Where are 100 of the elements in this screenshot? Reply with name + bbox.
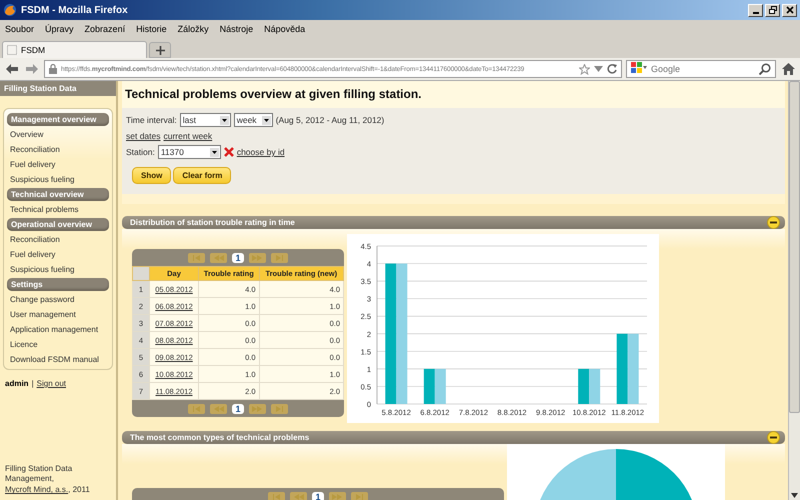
- previous-page-icon: [214, 254, 224, 260]
- first-page-button[interactable]: [268, 492, 286, 500]
- navigation-link[interactable]: Application management: [6, 322, 110, 337]
- page-title: Technical problems overview at given filling station.: [122, 81, 785, 108]
- last-page-icon: [354, 494, 364, 500]
- dropdown-icon: [220, 116, 229, 124]
- star-icon[interactable]: [579, 64, 590, 74]
- navigation-link[interactable]: Technical problems: [6, 202, 110, 217]
- window-title: FSDM - Mozilla Firefox: [21, 4, 128, 16]
- first-page-icon: [192, 406, 202, 412]
- navigation-link[interactable]: Download FSDM manual: [6, 352, 110, 367]
- navigation-link[interactable]: Fuel delivery: [6, 247, 110, 262]
- header-cell: [132, 266, 150, 280]
- forward-arrow-icon: [26, 64, 38, 74]
- reload-icon[interactable]: [607, 64, 617, 74]
- close-button[interactable]: [782, 4, 797, 16]
- page-number[interactable]: 1: [312, 492, 324, 500]
- panel-title: The most common types of technical problems: [130, 433, 310, 442]
- menu-group-header: Management overview: [7, 113, 109, 126]
- navigation-link[interactable]: Fuel delivery: [6, 157, 110, 172]
- first-page-icon: [272, 494, 282, 500]
- home-button[interactable]: [780, 61, 796, 77]
- dropdown-icon: [262, 116, 271, 124]
- station-select[interactable]: 11370: [158, 145, 221, 159]
- next-page-button[interactable]: [328, 492, 346, 500]
- footer-text: Filling Station Data Management, Mycroft Mind, a.s., 2011: [5, 464, 91, 496]
- dropdown-icon: [210, 148, 219, 156]
- restore-button[interactable]: [765, 4, 780, 16]
- navigation-link[interactable]: Suspicious fueling: [6, 172, 110, 187]
- page-number[interactable]: 1: [232, 252, 244, 262]
- back-arrow-icon: [6, 64, 18, 74]
- navigation-link[interactable]: User management: [6, 307, 110, 322]
- navigation-link[interactable]: Reconciliation: [6, 232, 110, 247]
- page-number[interactable]: 1: [232, 404, 244, 414]
- unit-select[interactable]: week: [234, 113, 273, 127]
- sidebar-title: Filling Station Data: [0, 81, 116, 96]
- collapse-icon[interactable]: [767, 216, 780, 229]
- first-page-icon: [192, 254, 202, 260]
- next-page-icon: [252, 254, 262, 260]
- home-icon: [782, 63, 794, 75]
- previous-page-icon: [214, 406, 224, 412]
- search-engine-icon[interactable]: [631, 62, 647, 76]
- separator-text: |: [32, 379, 34, 388]
- form-button[interactable]: Clear form: [173, 167, 232, 184]
- previous-page-button[interactable]: [210, 404, 228, 414]
- lock-icon: [49, 64, 57, 74]
- sign-out-link[interactable]: Sign out: [36, 379, 66, 388]
- navigation-link[interactable]: Change password: [6, 292, 110, 307]
- date-link[interactable]: set dates: [126, 131, 160, 141]
- navigation-link[interactable]: Overview: [6, 127, 110, 142]
- first-page-button[interactable]: [188, 404, 206, 414]
- collapse-icon[interactable]: [767, 431, 780, 444]
- last-page-button[interactable]: [270, 252, 288, 262]
- menu-item[interactable]: Úpravy: [45, 24, 74, 34]
- dropdown-icon[interactable]: [594, 66, 603, 72]
- menu-group-header: Technical overview: [7, 188, 109, 201]
- search-icon[interactable]: [759, 63, 771, 75]
- company-link[interactable]: Mycroft Mind, a.s.: [5, 485, 68, 494]
- navigation-link[interactable]: Suspicious fueling: [6, 262, 110, 277]
- previous-page-button[interactable]: [290, 492, 308, 500]
- next-page-button[interactable]: [248, 404, 266, 414]
- last-page-icon: [274, 254, 284, 260]
- previous-page-icon: [294, 494, 304, 500]
- interval-select[interactable]: last: [180, 113, 231, 127]
- menu-item[interactable]: Zobrazení: [84, 24, 126, 34]
- navigation-link[interactable]: Licence: [6, 337, 110, 352]
- minimize-button[interactable]: [748, 4, 763, 16]
- clear-icon[interactable]: [224, 147, 234, 157]
- search-field[interactable]: Google: [626, 60, 776, 78]
- date-range-text: (Aug 5, 2012 - Aug 11, 2012): [276, 115, 384, 125]
- menu-group-header: Operational overview: [7, 218, 109, 231]
- last-page-button[interactable]: [350, 492, 368, 500]
- new-tab-button[interactable]: [149, 42, 171, 58]
- previous-page-button[interactable]: [210, 252, 228, 262]
- last-page-icon: [274, 406, 284, 412]
- scrollbar[interactable]: [788, 81, 800, 500]
- menu-item[interactable]: Nápověda: [264, 24, 306, 34]
- menu-item[interactable]: Záložky: [178, 24, 209, 34]
- panel-title: Distribution of station trouble rating in time: [130, 218, 295, 227]
- choose-by-id-link[interactable]: choose by id: [236, 147, 285, 157]
- plus-icon: [156, 46, 164, 54]
- user-name: admin: [5, 379, 29, 388]
- form-button[interactable]: Show: [132, 167, 172, 184]
- first-page-button[interactable]: [188, 252, 206, 262]
- date-link[interactable]: current week: [164, 131, 212, 141]
- restore-icon: [768, 6, 776, 14]
- next-page-button[interactable]: [248, 252, 266, 262]
- navigation-link[interactable]: Reconciliation: [6, 142, 110, 157]
- last-page-button[interactable]: [270, 404, 288, 414]
- browser-tab[interactable]: FSDM: [2, 41, 147, 58]
- close-icon: [786, 6, 794, 14]
- menu-item[interactable]: Nástroje: [220, 24, 254, 34]
- menu-item[interactable]: Soubor: [5, 24, 34, 34]
- menu-item[interactable]: Historie: [136, 24, 167, 34]
- next-page-icon: [252, 406, 262, 412]
- scroll-down-icon[interactable]: [791, 493, 798, 498]
- browser-logo-icon: [3, 3, 17, 17]
- menu-group-header: Settings: [7, 278, 109, 291]
- page-icon: [7, 45, 17, 55]
- next-page-icon: [332, 494, 342, 500]
